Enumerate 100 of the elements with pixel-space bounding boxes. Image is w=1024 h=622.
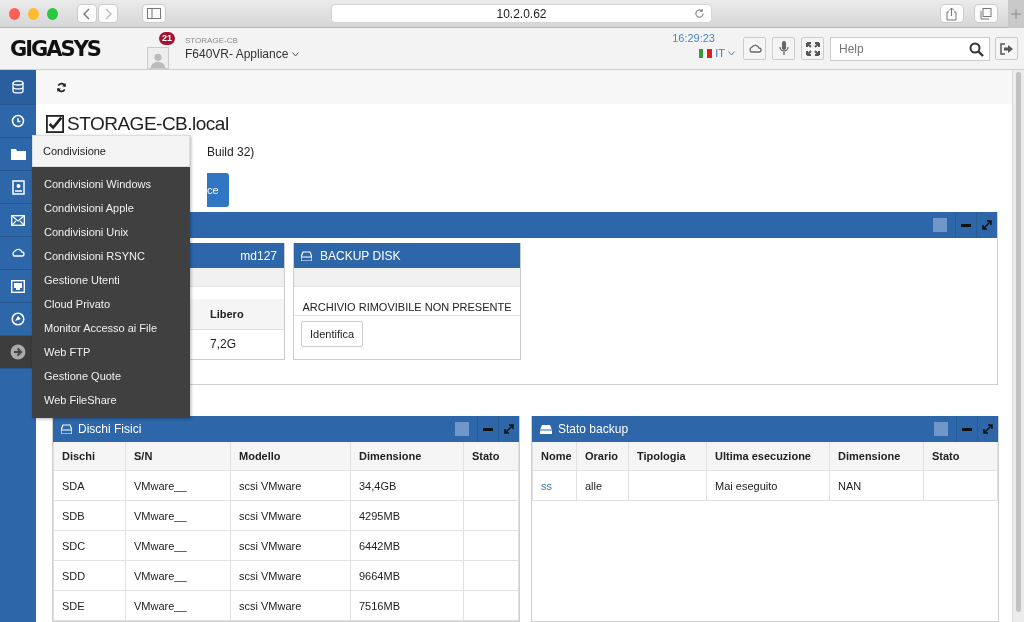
table-cell: SDE: [62, 599, 85, 612]
column-header: Dimensione: [829, 442, 924, 471]
device-dropdown[interactable]: F640VR- Appliance: [185, 47, 289, 61]
minus-icon[interactable]: [483, 427, 493, 431]
sidebar-button[interactable]: [142, 4, 167, 23]
color-toggle-icon[interactable]: [455, 422, 469, 436]
table-cell: SDA: [62, 479, 85, 492]
menu-item[interactable]: Monitor Accesso ai File: [32, 316, 190, 340]
column-header: Modello: [230, 442, 351, 471]
sidebar-icon[interactable]: [147, 8, 162, 19]
table-cell: 4295MB: [359, 509, 400, 522]
cloud-button[interactable]: [743, 37, 766, 60]
menu-item[interactable]: Gestione Utenti: [32, 268, 190, 292]
identify-button[interactable]: Identifica: [301, 321, 364, 347]
table-cell: VMware__: [134, 509, 187, 522]
caret-icon[interactable]: [728, 50, 735, 56]
reload-icon[interactable]: [693, 8, 705, 19]
table-cell: SDC: [62, 539, 86, 552]
caret-icon[interactable]: [292, 51, 300, 57]
table-cell: 7,2G: [210, 337, 236, 351]
color-toggle-icon[interactable]: [933, 218, 947, 232]
tabs-icon[interactable]: [979, 7, 992, 20]
title-checkbox[interactable]: [46, 115, 64, 133]
microphone-icon[interactable]: [778, 41, 789, 56]
database-icon[interactable]: [0, 70, 36, 105]
logout-button[interactable]: [995, 37, 1018, 60]
table-cell: scsi VMware: [239, 479, 302, 492]
notification-badge: 21: [159, 31, 175, 45]
menu-item[interactable]: Web FileShare: [32, 388, 190, 412]
table-cell: SDB: [62, 509, 85, 522]
action-button[interactable]: ce: [207, 173, 229, 207]
menu-item[interactable]: Cloud Privato: [32, 292, 190, 316]
chevron-left-icon[interactable]: [82, 7, 91, 20]
column-header: Nome: [532, 442, 577, 471]
column-header: S/N: [125, 442, 231, 471]
table-cell: VMware__: [134, 599, 187, 612]
help-search-field[interactable]: Help: [830, 36, 990, 61]
column-header: Tipologia: [628, 442, 707, 471]
table-cell: scsi VMware: [239, 509, 302, 522]
search-icon[interactable]: [969, 41, 984, 57]
table-cell: 34,4GB: [359, 479, 397, 492]
table-cell: Mai eseguito: [715, 479, 778, 492]
panel-title: Dischi Fisici: [78, 422, 142, 436]
drive-icon: [61, 424, 72, 434]
menu-item[interactable]: Web FTP: [32, 340, 190, 364]
backup-name-link[interactable]: ss: [541, 479, 552, 492]
column-header: Libero: [210, 308, 244, 320]
drive-icon: [540, 424, 552, 434]
address-bar[interactable]: 10.2.0.62: [331, 4, 712, 23]
tabs-button[interactable]: [973, 4, 998, 23]
share-button[interactable]: [939, 4, 964, 23]
column-header: Orario: [576, 442, 629, 471]
table-cell: SDD: [62, 569, 86, 582]
status-message: ARCHIVIO RIMOVIBILE NON PRESENTE: [302, 301, 512, 313]
microphone-button[interactable]: [772, 37, 795, 60]
table-cell: 6442MB: [359, 539, 400, 552]
table-cell: alle: [585, 479, 603, 492]
cloud-icon[interactable]: [747, 43, 762, 54]
drive-icon: [301, 250, 312, 261]
column-header: Dimensione: [350, 442, 464, 471]
scrollbar[interactable]: [1012, 70, 1024, 622]
language-dropdown[interactable]: IT: [715, 47, 725, 59]
menu-item[interactable]: Condivisioni Apple: [32, 196, 190, 220]
table-cell: VMware__: [134, 479, 187, 492]
expand-icon[interactable]: [983, 424, 993, 434]
logo: GIGASYS: [10, 36, 102, 61]
volume-name: md127: [240, 248, 277, 263]
clock-time: 16:29:23: [672, 32, 715, 44]
table-cell: NAN: [838, 479, 862, 492]
expand-icon[interactable]: [504, 424, 514, 434]
back-button[interactable]: [76, 4, 97, 23]
column-header: Ultima esecuzione: [706, 442, 830, 471]
card-title: BACKUP DISK: [320, 248, 401, 263]
menu-item[interactable]: Condivisioni Unix: [32, 220, 190, 244]
column-header: Dischi: [53, 442, 126, 471]
color-toggle-icon[interactable]: [934, 422, 948, 436]
logout-icon[interactable]: [1000, 42, 1013, 55]
minus-icon[interactable]: [962, 427, 972, 431]
menu-item[interactable]: Condivisioni RSYNC: [32, 244, 190, 268]
menu-item[interactable]: Condivisioni Windows: [32, 172, 190, 196]
table-cell: VMware__: [134, 569, 187, 582]
menu-item[interactable]: Gestione Quote: [32, 364, 190, 388]
share-icon[interactable]: [946, 6, 958, 21]
menu-title: Condivisione: [43, 145, 106, 157]
minus-icon[interactable]: [961, 223, 971, 227]
table-cell: scsi VMware: [239, 569, 302, 582]
page-title: STORAGE-CB.local: [67, 113, 229, 135]
table-cell: scsi VMware: [239, 599, 302, 612]
table-cell: scsi VMware: [239, 539, 302, 552]
close-light[interactable]: [9, 7, 20, 20]
table-cell: VMware__: [134, 539, 187, 552]
table-cell: 7516MB: [359, 599, 400, 612]
column-header: Stato: [463, 442, 519, 471]
table-cell: 9664MB: [359, 569, 400, 582]
flag-icon[interactable]: [699, 48, 713, 58]
host-name: STORAGE-CB: [185, 36, 239, 45]
expand-icon[interactable]: [982, 220, 992, 230]
page-subtitle: Build 32): [207, 145, 255, 159]
column-header: Stato: [923, 442, 998, 471]
refresh-icon[interactable]: [55, 81, 67, 93]
